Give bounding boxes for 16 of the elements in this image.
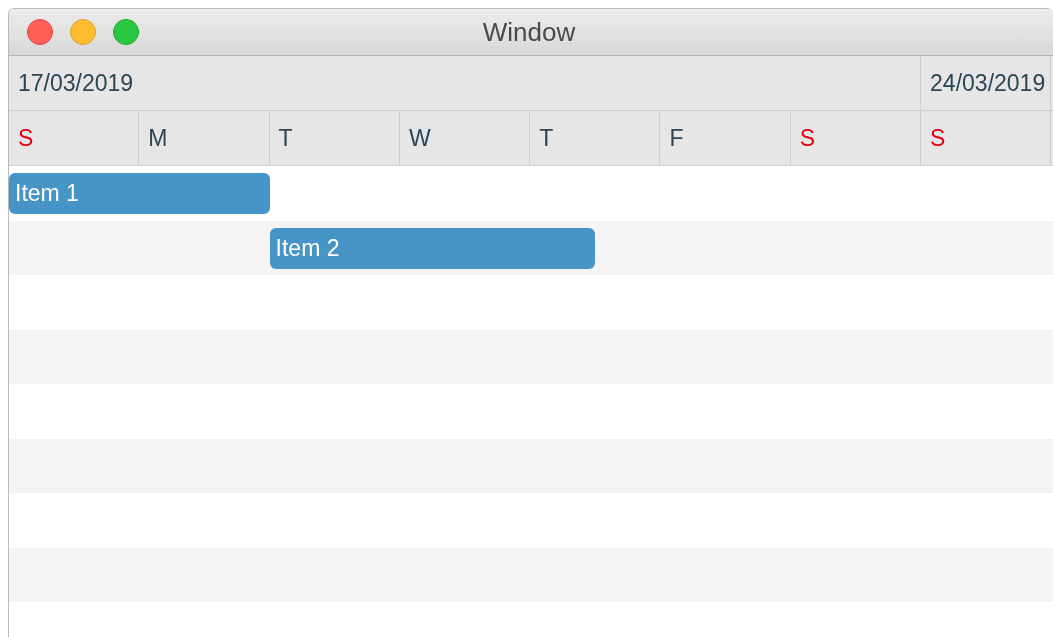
day-label: F xyxy=(669,124,684,152)
minimize-button[interactable] xyxy=(70,19,96,45)
day-label: M xyxy=(148,124,168,152)
day-label: T xyxy=(539,124,554,152)
day-label: W xyxy=(408,124,431,152)
week-date: 17/03/2019 xyxy=(9,56,922,110)
day-label: T xyxy=(278,124,293,152)
day-label: S xyxy=(930,124,946,152)
timeline-item[interactable]: Item 1 xyxy=(9,173,270,215)
close-button[interactable] xyxy=(27,19,53,45)
timeline-item[interactable]: Item 2 xyxy=(269,227,596,269)
day-label: S xyxy=(18,124,34,152)
day-label: S xyxy=(799,124,816,152)
zoom-button[interactable] xyxy=(113,19,139,45)
week-date: 24/03/2019 xyxy=(921,56,1052,110)
window-title: Window xyxy=(482,16,576,47)
